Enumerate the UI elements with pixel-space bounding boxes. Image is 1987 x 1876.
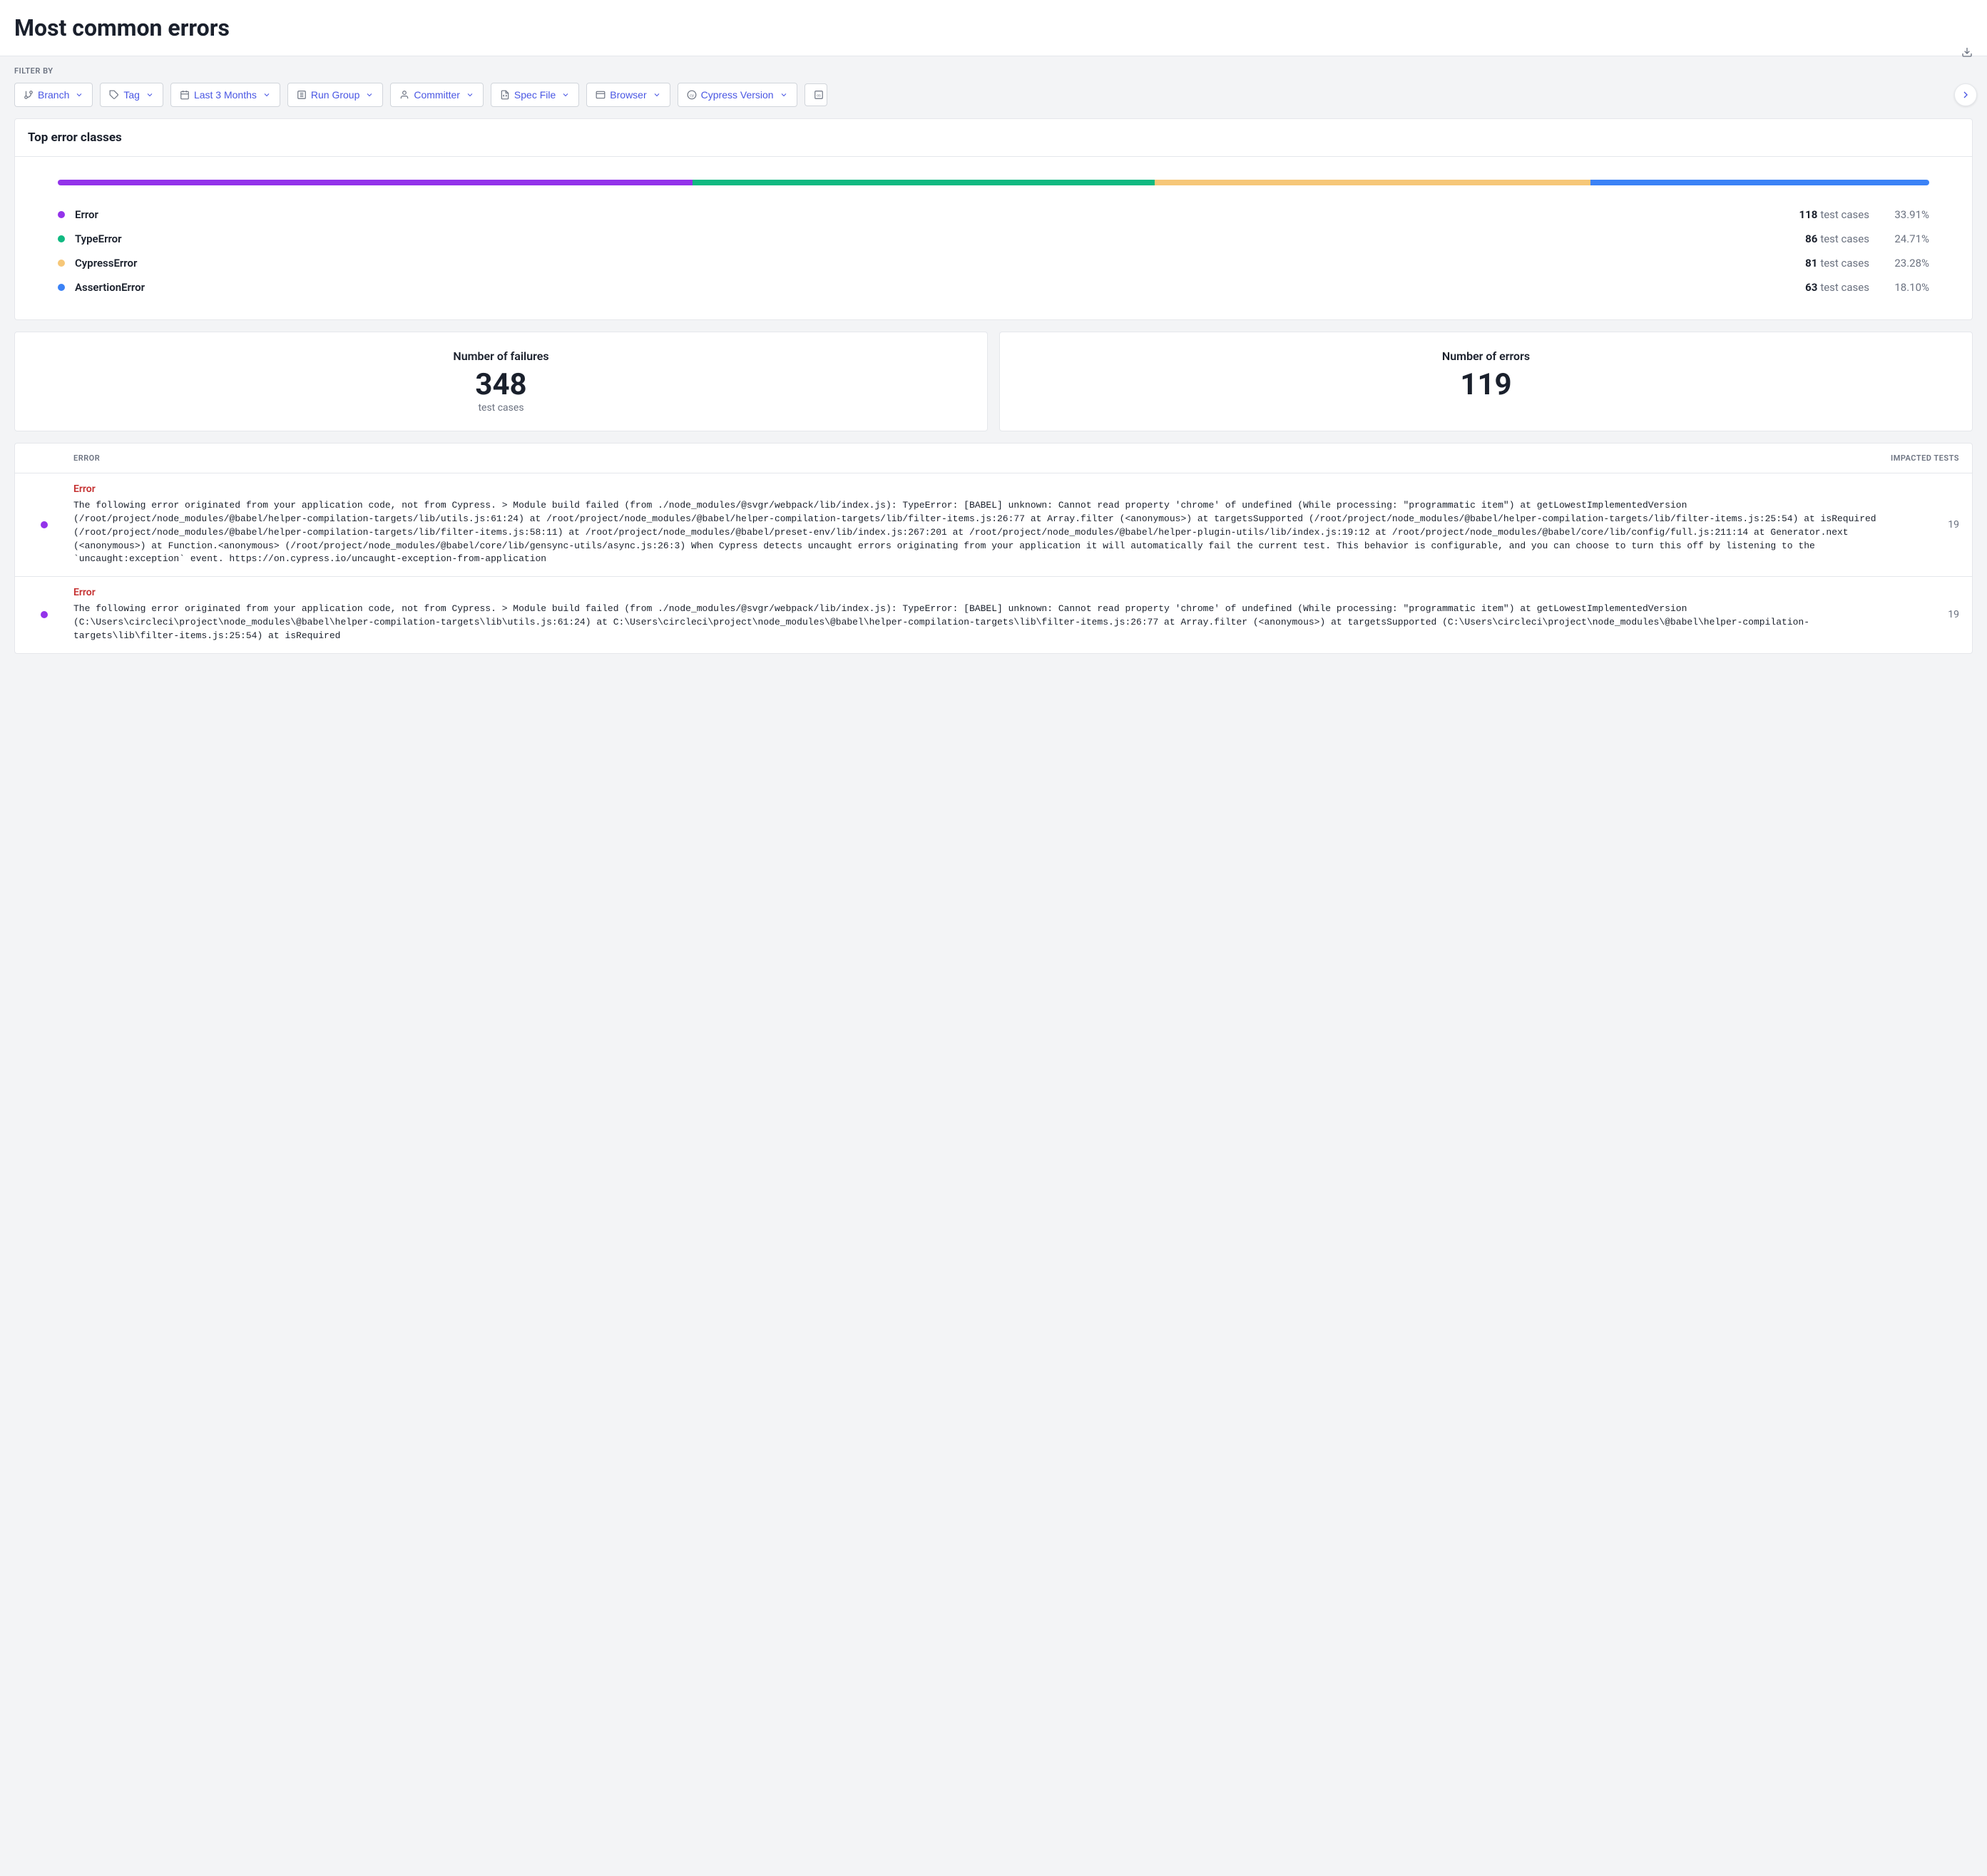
table-row[interactable]: Error The following error originated fro… (15, 473, 1972, 577)
filter-spec-file[interactable]: Spec File (491, 83, 579, 107)
color-dot (41, 521, 48, 528)
filter-branch[interactable]: Branch (14, 83, 93, 107)
filter-label-text: Last 3 Months (194, 89, 257, 101)
stat-failures: Number of failures 348 test cases (14, 332, 988, 431)
svg-text:cy: cy (690, 93, 694, 98)
bar-segment-cypresserror (1155, 180, 1590, 185)
stacked-bar-chart (58, 180, 1929, 185)
group-icon (297, 90, 307, 100)
filter-cypress-version[interactable]: cy Cypress Version (678, 83, 797, 107)
color-dot (58, 235, 65, 242)
color-dot (58, 260, 65, 267)
filter-date[interactable]: Last 3 Months (170, 83, 280, 107)
filter-os[interactable]: os (804, 83, 827, 106)
filter-label-text: Spec File (514, 89, 556, 101)
legend-name: CypressError (75, 257, 1795, 270)
filter-tag[interactable]: Tag (100, 83, 163, 107)
filter-by-label: FILTER BY (14, 66, 1973, 76)
filter-label-text: Committer (414, 89, 460, 101)
legend-suffix: test cases (1820, 232, 1869, 245)
error-message: The following error originated from your… (73, 499, 1911, 566)
calendar-icon (180, 90, 190, 100)
page-title: Most common errors (14, 14, 1973, 41)
filter-label-text: Branch (38, 89, 69, 101)
filter-label-text: Tag (123, 89, 140, 101)
legend-suffix: test cases (1820, 281, 1869, 294)
legend-count: 81 (1805, 257, 1817, 270)
legend-pct: 24.71% (1879, 232, 1929, 245)
col-impacted: IMPACTED TESTS (1891, 453, 1959, 463)
chevron-down-icon (653, 91, 661, 99)
card-title: Top error classes (15, 119, 1972, 157)
chevron-down-icon (365, 91, 374, 99)
error-class-name: Error (73, 483, 1911, 495)
impacted-count: 19 (1924, 519, 1959, 530)
stat-sub: test cases (32, 402, 970, 414)
filter-label-text: Browser (610, 89, 646, 101)
stat-title: Number of errors (1017, 349, 1955, 363)
chevron-down-icon (262, 91, 271, 99)
bar-segment-error (58, 180, 693, 185)
chevron-down-icon (561, 91, 570, 99)
tag-icon (109, 90, 119, 100)
file-icon (500, 90, 510, 100)
filter-row: Branch Tag Last 3 Months Run Group Commi (14, 83, 1973, 107)
color-dot (58, 284, 65, 291)
chevron-down-icon (75, 91, 83, 99)
legend-suffix: test cases (1820, 208, 1869, 221)
person-icon (399, 90, 409, 100)
error-table: ERROR IMPACTED TESTS Error The following… (14, 443, 1973, 654)
top-error-classes-card: Top error classes Error 118test cases 33… (14, 118, 1973, 320)
filter-label-text: Cypress Version (701, 89, 774, 101)
browser-icon (596, 90, 606, 100)
legend-name: TypeError (75, 232, 1795, 245)
error-message: The following error originated from your… (73, 603, 1911, 643)
color-dot (58, 211, 65, 218)
stat-title: Number of failures (32, 349, 970, 363)
cypress-icon: cy (687, 90, 697, 100)
filter-label-text: Run Group (311, 89, 359, 101)
legend-row: AssertionError 63test cases 18.10% (58, 275, 1929, 299)
scroll-right-button[interactable] (1954, 83, 1977, 106)
filter-run-group[interactable]: Run Group (287, 83, 383, 107)
col-error: ERROR (73, 453, 1891, 463)
legend-count: 118 (1799, 208, 1817, 221)
legend-count: 63 (1805, 281, 1817, 294)
chevron-right-icon (1960, 89, 1971, 101)
stat-errors: Number of errors 119 (999, 332, 1973, 431)
legend-suffix: test cases (1820, 257, 1869, 270)
os-icon: os (814, 90, 824, 100)
filter-browser[interactable]: Browser (586, 83, 670, 107)
download-icon[interactable] (1961, 46, 1973, 61)
legend-pct: 23.28% (1879, 257, 1929, 270)
legend-count: 86 (1805, 232, 1817, 245)
legend-pct: 33.91% (1879, 208, 1929, 221)
svg-text:os: os (817, 93, 821, 98)
table-row[interactable]: Error The following error originated fro… (15, 577, 1972, 653)
stat-value: 348 (32, 367, 970, 402)
stat-value: 119 (1017, 367, 1955, 402)
chevron-down-icon (466, 91, 474, 99)
impacted-count: 19 (1924, 609, 1959, 620)
error-class-name: Error (73, 587, 1911, 598)
legend-row: CypressError 81test cases 23.28% (58, 251, 1929, 275)
legend-name: AssertionError (75, 281, 1795, 294)
legend-row: TypeError 86test cases 24.71% (58, 227, 1929, 251)
chevron-down-icon (145, 91, 154, 99)
filter-committer[interactable]: Committer (390, 83, 484, 107)
chevron-down-icon (780, 91, 788, 99)
branch-icon (24, 90, 34, 100)
legend-pct: 18.10% (1879, 281, 1929, 294)
bar-segment-typeerror (693, 180, 1155, 185)
bar-segment-assertionerror (1590, 180, 1929, 185)
color-dot (41, 611, 48, 618)
legend-name: Error (75, 208, 1789, 221)
legend-row: Error 118test cases 33.91% (58, 203, 1929, 227)
